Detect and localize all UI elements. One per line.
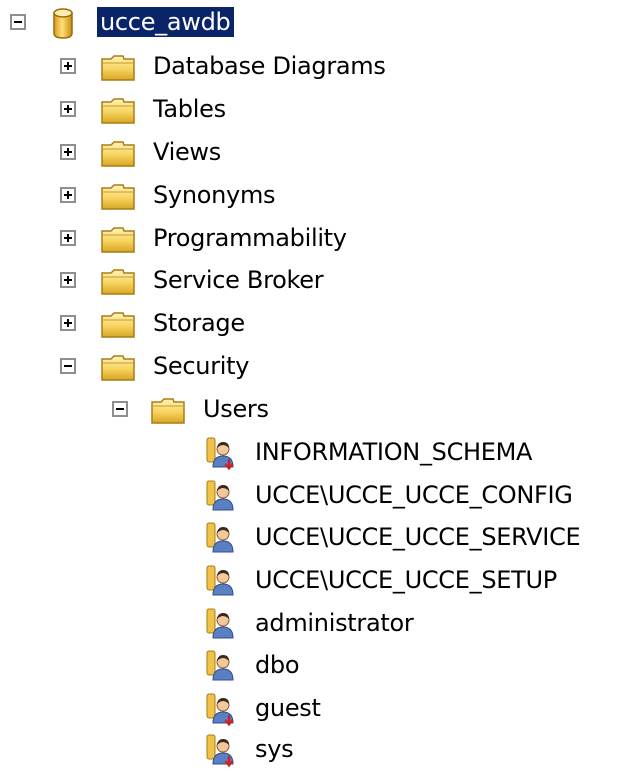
user-icon [203,521,239,555]
folder-icon [100,50,136,84]
folder-icon [100,264,136,298]
expand-toggle[interactable] [60,187,76,203]
tree-node-service-broker[interactable]: Service Broker [0,262,627,302]
tree-node-label[interactable]: Database Diagrams [153,51,386,81]
tree-node-storage[interactable]: Storage [0,305,627,345]
tree-node-label[interactable]: UCCE\UCCE_UCCE_CONFIG [255,480,573,510]
tree-node-user[interactable]: UCCE\UCCE_UCCE_SERVICE [0,519,627,559]
disabled-user-icon [203,733,239,767]
folder-icon [100,136,136,170]
database-icon [48,6,84,40]
user-icon [203,607,239,641]
tree-node-label[interactable]: sys [255,734,294,764]
tree-node-label[interactable]: administrator [255,608,414,638]
tree-node-database-diagrams[interactable]: Database Diagrams [0,48,627,88]
tree-node-user[interactable]: UCCE\UCCE_UCCE_CONFIG [0,477,627,517]
user-icon [203,564,239,598]
tree-node-label[interactable]: Synonyms [153,180,276,210]
tree-node-user[interactable]: dbo [0,647,627,687]
tree-node-label[interactable]: UCCE\UCCE_UCCE_SERVICE [255,522,581,552]
folder-icon [100,222,136,256]
expand-toggle[interactable] [60,272,76,288]
expand-toggle[interactable] [60,315,76,331]
tree-node-user[interactable]: administrator [0,605,627,645]
object-explorer-tree: ucce_awdb Database Diagrams Tables Views… [0,0,627,771]
tree-node-label[interactable]: UCCE\UCCE_UCCE_SETUP [255,565,557,595]
collapse-toggle[interactable] [10,14,26,30]
user-icon [203,649,239,683]
tree-node-label[interactable]: Storage [153,308,245,338]
tree-node-database[interactable]: ucce_awdb [0,4,627,44]
folder-icon [100,93,136,127]
tree-node-user[interactable]: INFORMATION_SCHEMA [0,434,627,474]
expand-toggle[interactable] [60,230,76,246]
tree-node-user[interactable]: UCCE\UCCE_UCCE_SETUP [0,562,627,602]
tree-node-label[interactable]: Users [203,394,269,424]
folder-icon [150,393,186,427]
tree-node-label[interactable]: Tables [153,94,226,124]
tree-node-label[interactable]: guest [255,693,321,723]
tree-node-label[interactable]: Service Broker [153,265,324,295]
user-icon [203,479,239,513]
tree-node-views[interactable]: Views [0,134,627,174]
expand-toggle[interactable] [60,58,76,74]
collapse-toggle[interactable] [112,401,128,417]
tree-node-user[interactable]: sys [0,731,627,771]
disabled-user-icon [203,436,239,470]
tree-node-label[interactable]: INFORMATION_SCHEMA [255,437,532,467]
disabled-user-icon [203,692,239,726]
tree-node-label[interactable]: Security [153,351,249,381]
folder-icon [100,179,136,213]
tree-node-user[interactable]: guest [0,690,627,730]
folder-icon [100,350,136,384]
tree-node-users[interactable]: Users [0,391,627,431]
expand-toggle[interactable] [60,101,76,117]
database-label[interactable]: ucce_awdb [97,7,235,37]
folder-icon [100,307,136,341]
tree-node-programmability[interactable]: Programmability [0,220,627,260]
expand-toggle[interactable] [60,144,76,160]
tree-node-label[interactable]: Programmability [153,223,347,253]
tree-node-label[interactable]: dbo [255,650,300,680]
tree-node-synonyms[interactable]: Synonyms [0,177,627,217]
tree-node-label[interactable]: Views [153,137,221,167]
tree-node-security[interactable]: Security [0,348,627,388]
collapse-toggle[interactable] [60,358,76,374]
tree-node-tables[interactable]: Tables [0,91,627,131]
